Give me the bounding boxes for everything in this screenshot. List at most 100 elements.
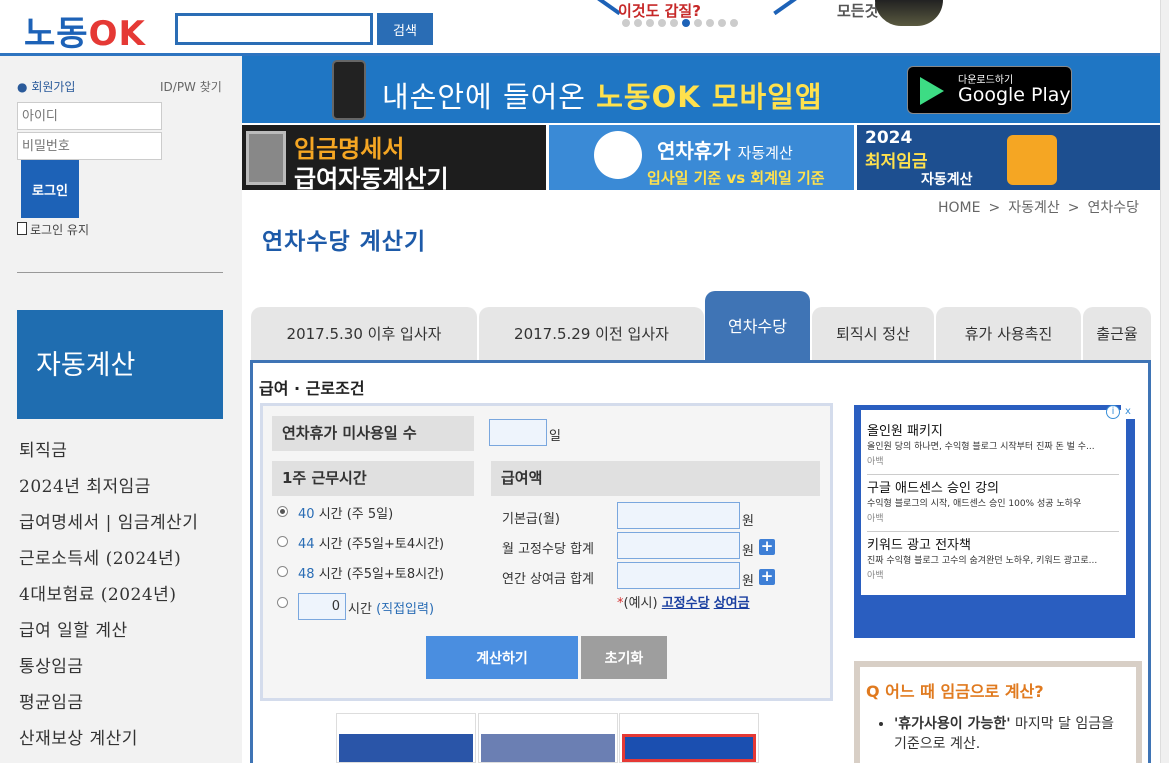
sidebar-item-industrial-accident[interactable]: 산재보상 계산기 <box>19 724 198 760</box>
search-button[interactable]: 검색 <box>377 13 433 45</box>
ad-desc: 수익형 블로그의 시작, 애드센스 승인 100% 성공 노하우 <box>867 499 1082 509</box>
site-logo[interactable]: 노동OK <box>24 14 146 54</box>
promo-banner-text[interactable]: 이것도 갑질? <box>618 0 701 21</box>
sidebar-nav: 퇴직금 2024년 최저임금 급여명세서 | 임금계산기 근로소득세 (2024… <box>19 436 198 760</box>
sidebar-item-severance[interactable]: 퇴직금 <box>19 436 198 472</box>
payslip-banner-line2: 급여자동계산기 <box>294 165 449 193</box>
carousel-dot[interactable] <box>670 19 678 27</box>
hours-48-value: 48 <box>298 567 315 582</box>
hours-custom-radio[interactable] <box>277 597 288 608</box>
carousel-dot[interactable] <box>658 19 666 27</box>
hours-40-radio[interactable] <box>277 506 288 517</box>
hours-custom-input[interactable]: 0 <box>298 593 346 620</box>
sidebar-item-average-wage[interactable]: 평균임금 <box>19 688 198 724</box>
id-input[interactable] <box>17 102 162 130</box>
tab-annual-allowance[interactable]: 연차수당 <box>705 291 810 361</box>
product-thumbnail[interactable] <box>336 713 476 763</box>
hours-44-value: 44 <box>298 537 315 552</box>
carousel-dot[interactable] <box>634 19 642 27</box>
ad-box[interactable]: 올인원 패키지 올인원 당의 하나면, 수익형 블로그 시작부터 진짜 돈 벌 … <box>854 405 1135 638</box>
breadcrumb-level1[interactable]: 자동계산 <box>1008 200 1060 216</box>
page-scrollbar[interactable] <box>1160 0 1169 763</box>
annual-bonus-input[interactable] <box>617 562 740 589</box>
search-input[interactable] <box>175 13 373 45</box>
mobile-app-banner[interactable]: 내손안에 들어온 노동OK 모바일앱 다운로드하기 Google Play <box>242 56 1160 123</box>
sidebar-item-ordinary-wage[interactable]: 통상임금 <box>19 652 198 688</box>
annual-banner-title-sub: 자동계산 <box>737 144 793 162</box>
carousel-dot[interactable] <box>694 19 702 27</box>
base-pay-input[interactable] <box>617 502 740 529</box>
sidebar-divider <box>17 272 223 273</box>
breadcrumb-home[interactable]: HOME <box>938 200 980 216</box>
sidebar-section-title: 자동계산 <box>17 310 223 419</box>
tab-before-2017-5-29[interactable]: 2017.5.29 이전 입사자 <box>479 307 704 360</box>
calculate-button[interactable]: 계산하기 <box>426 636 578 679</box>
breadcrumb-level2[interactable]: 연차수당 <box>1087 200 1139 216</box>
carousel-dot[interactable] <box>730 19 738 27</box>
wage-banner-year: 2024 <box>865 128 913 148</box>
product-thumbnail[interactable] <box>619 713 759 763</box>
ad-info-icon[interactable]: i <box>1106 405 1120 419</box>
signup-link[interactable]: ● 회원가입 <box>17 78 75 95</box>
ad-desc: 진짜 수익형 블로그 고수의 숨겨완던 노하우, 키워드 광고로... <box>867 556 1098 566</box>
tab-leave-promotion[interactable]: 휴가 사용촉진 <box>936 307 1081 360</box>
page-title: 연차수당 계산기 <box>262 229 427 255</box>
tab-attendance-rate[interactable]: 출근율 <box>1083 307 1151 360</box>
ad-source: 아백 <box>867 457 884 467</box>
sidebar-item-daily-pay[interactable]: 급여 일할 계산 <box>19 616 198 652</box>
google-play-button[interactable]: 다운로드하기 Google Play <box>907 66 1072 114</box>
hours-48-radio[interactable] <box>277 566 288 577</box>
ad-desc: 올인원 당의 하나면, 수익형 블로그 시작부터 진짜 돈 벌 수... <box>867 442 1095 452</box>
annual-bonus-add-icon[interactable]: + <box>759 569 775 585</box>
login-button[interactable]: 로그인 <box>21 160 79 218</box>
annual-banner-title-main: 연차휴가 <box>657 139 731 163</box>
ad-item[interactable]: 키워드 광고 전자책 진짜 수익형 블로그 고수의 숨겨완던 노하우, 키워드 … <box>867 534 1119 581</box>
hours-48-label[interactable]: 48 시간 (주5일+토8시간) <box>298 563 444 582</box>
sidebar-item-insurance[interactable]: 4대보험료 (2024년) <box>19 580 198 616</box>
carousel-dot[interactable] <box>622 19 630 27</box>
google-play-big-text: Google Play <box>958 84 1071 106</box>
unused-days-input[interactable] <box>489 419 547 446</box>
ad-close-icon[interactable]: x <box>1121 405 1135 419</box>
find-id-link[interactable]: ID/PW 찾기 <box>160 78 222 95</box>
sidebar-item-payslip[interactable]: 급여명세서 | 임금계산기 <box>19 508 198 544</box>
product-thumbnail[interactable] <box>478 713 618 763</box>
payslip-calculator-banner[interactable]: 임금명세서 급여자동계산기 <box>242 125 546 193</box>
fixed-allowance-input[interactable] <box>617 532 740 559</box>
remember-label: 로그인 유지 <box>30 223 90 237</box>
example-fixed-allowance-link[interactable]: 고정수당 <box>662 596 710 611</box>
hours-40-label[interactable]: 40 시간 (주 5일) <box>298 503 393 522</box>
promo2-image[interactable] <box>875 0 943 26</box>
hours-44-radio[interactable] <box>277 536 288 547</box>
fixed-allowance-add-icon[interactable]: + <box>759 539 775 555</box>
example-prefix: (예시) <box>623 596 658 611</box>
promo2-banner-text[interactable]: 모든것 <box>837 0 878 21</box>
hours-44-label[interactable]: 44 시간 (주5일+토4시간) <box>298 533 444 552</box>
ad-divider <box>867 474 1119 475</box>
carousel-dot[interactable] <box>646 19 654 27</box>
annual-bonus-unit: 원 <box>742 574 754 589</box>
remember-checkbox[interactable] <box>17 222 27 235</box>
app-banner-text-b: 노동OK 모바일앱 <box>596 80 823 114</box>
carousel-dot-active[interactable] <box>682 19 690 27</box>
example-bonus-link[interactable]: 상여금 <box>714 596 750 611</box>
unused-days-unit: 일 <box>549 429 561 444</box>
section-label: 급여 · 근로조건 <box>259 379 365 398</box>
tab-after-2017-5-30[interactable]: 2017.5.30 이후 입사자 <box>251 307 477 360</box>
ad-item[interactable]: 올인원 패키지 올인원 당의 하나면, 수익형 블로그 시작부터 진짜 돈 벌 … <box>867 420 1119 467</box>
sidebar-item-income-tax[interactable]: 근로소득세 (2024년) <box>19 544 198 580</box>
ad-title: 구글 애드센스 승인 강의 <box>867 481 999 496</box>
faq-list: '휴가사용이 가능한' 마지막 달 임금을 기준으로 계산. <box>878 714 1128 754</box>
annual-banner-line2: 입사일 기준 vs 회계일 기준 <box>647 169 825 187</box>
reset-button[interactable]: 초기화 <box>581 636 667 679</box>
min-wage-banner[interactable]: 2024 최저임금 자동계산 <box>857 125 1160 190</box>
carousel-dot[interactable] <box>718 19 726 27</box>
phone-icon <box>332 60 366 120</box>
sidebar-item-min-wage[interactable]: 2024년 최저임금 <box>19 472 198 508</box>
tab-retirement-settlement[interactable]: 퇴직시 정산 <box>812 307 934 360</box>
annual-leave-banner[interactable]: 연차휴가 자동계산 입사일 기준 vs 회계일 기준 <box>549 125 854 190</box>
ad-source: 아백 <box>867 571 884 581</box>
password-input[interactable] <box>17 132 162 160</box>
ad-item[interactable]: 구글 애드센스 승인 강의 수익형 블로그의 시작, 애드센스 승인 100% … <box>867 477 1119 524</box>
carousel-dot[interactable] <box>706 19 714 27</box>
